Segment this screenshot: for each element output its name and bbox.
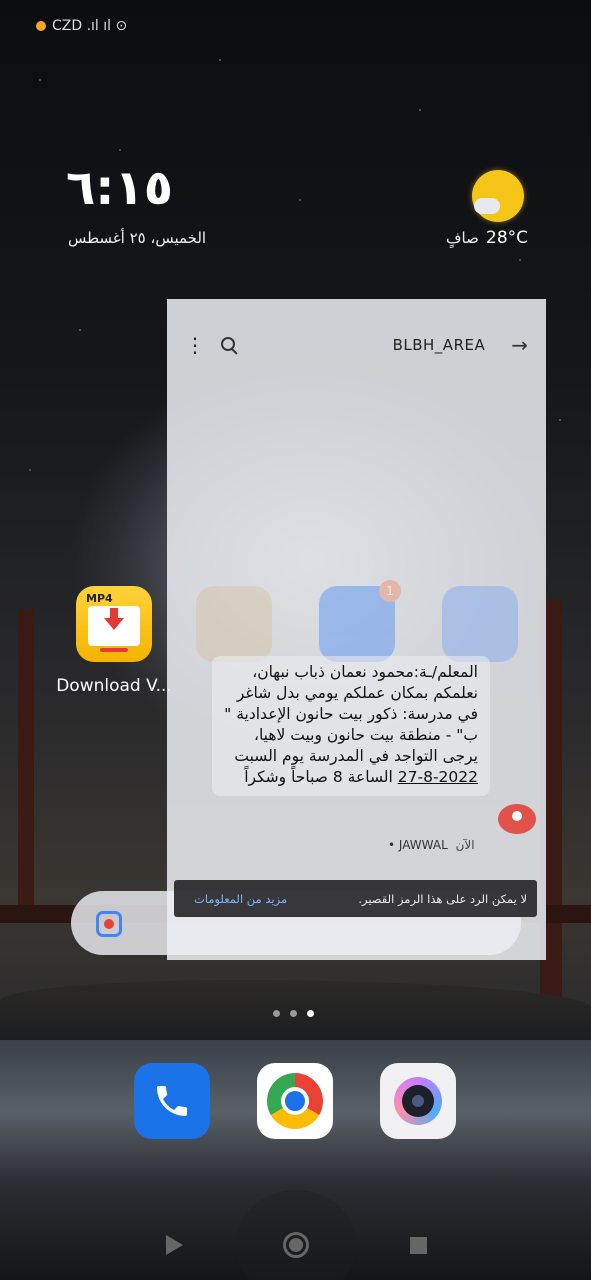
camera-icon[interactable] [380,1063,456,1139]
toast-message: لا يمكن الرد على هذا الرمز القصير. [358,891,527,906]
sun-with-cloud-icon[interactable] [472,170,524,222]
ghost-app-row: 1 [196,580,521,666]
weather-temperature: 28°C [486,228,529,248]
chrome-icon[interactable] [257,1063,333,1139]
status-text: CZD .ıl ıl ⊙ [52,18,128,34]
message-time: الآن [455,838,475,852]
phone-handset-icon [157,1086,187,1116]
google-lens-icon[interactable] [96,911,122,937]
mp4-download-icon: MP4 [76,586,152,662]
back-icon[interactable] [166,1235,183,1255]
toast-snackbar: لا يمكن الرد على هذا الرمز القصير. مزيد … [174,880,537,917]
toast-more-info-link[interactable]: مزيد من المعلومات [194,892,287,906]
unread-badge: 1 [379,580,401,602]
overlay-header: ⋮ BLBH_AREA → [167,299,546,391]
weather-condition: صافٍ [446,229,479,247]
message-text-end: الساعة 8 صباحاً وشكراً [244,768,398,786]
recents-icon[interactable] [410,1237,427,1254]
message-text: المعلم/ـة:محمود نعمان ذباب نبهان، نعلمكم… [224,663,478,765]
message-sender: JAWWAL [398,838,448,852]
phone-icon[interactable] [134,1063,210,1139]
mp4-tag: MP4 [86,592,113,605]
home-icon[interactable] [283,1232,309,1258]
status-bar: CZD .ıl ıl ⊙ [36,18,127,34]
page-dot-active [307,1010,314,1017]
gallery-app-icon [442,586,518,662]
icon-bar [100,648,128,652]
cloud-icon [474,198,500,214]
clock-date: الخميس، ٢٥ أغسطس [68,229,207,247]
search-icon[interactable] [219,335,239,355]
conversation-title: BLBH_AREA [392,336,486,354]
bridge-tower-left [18,610,34,910]
camera-lens-center [412,1095,424,1107]
app-download-video[interactable]: MP4 Download V... [56,586,172,696]
dock [134,1063,456,1139]
navigation-bar [0,1190,591,1280]
more-options-icon[interactable]: ⋮ [185,333,205,357]
arrow-right-icon[interactable]: → [511,333,528,357]
page-dot [273,1010,280,1017]
battery-icon [36,21,46,31]
dot-separator: • [388,838,396,852]
page-indicator [273,1010,314,1017]
page-dot [290,1010,297,1017]
message-meta: الآن JAWWAL • [388,838,475,852]
messages-app-icon: 1 [319,580,401,662]
chrome-core [285,1091,305,1111]
app-label: Download V... [56,676,172,696]
download-arrow-icon [104,608,124,630]
message-bubble[interactable]: المعلم/ـة:محمود نعمان ذباب نبهان، نعلمكم… [212,656,490,796]
clock-time[interactable]: ٦:١٥ [66,160,173,216]
ghost-app-icon [196,586,272,662]
message-date-link[interactable]: 2022-8-27 [398,768,478,786]
sender-avatar [498,804,536,834]
